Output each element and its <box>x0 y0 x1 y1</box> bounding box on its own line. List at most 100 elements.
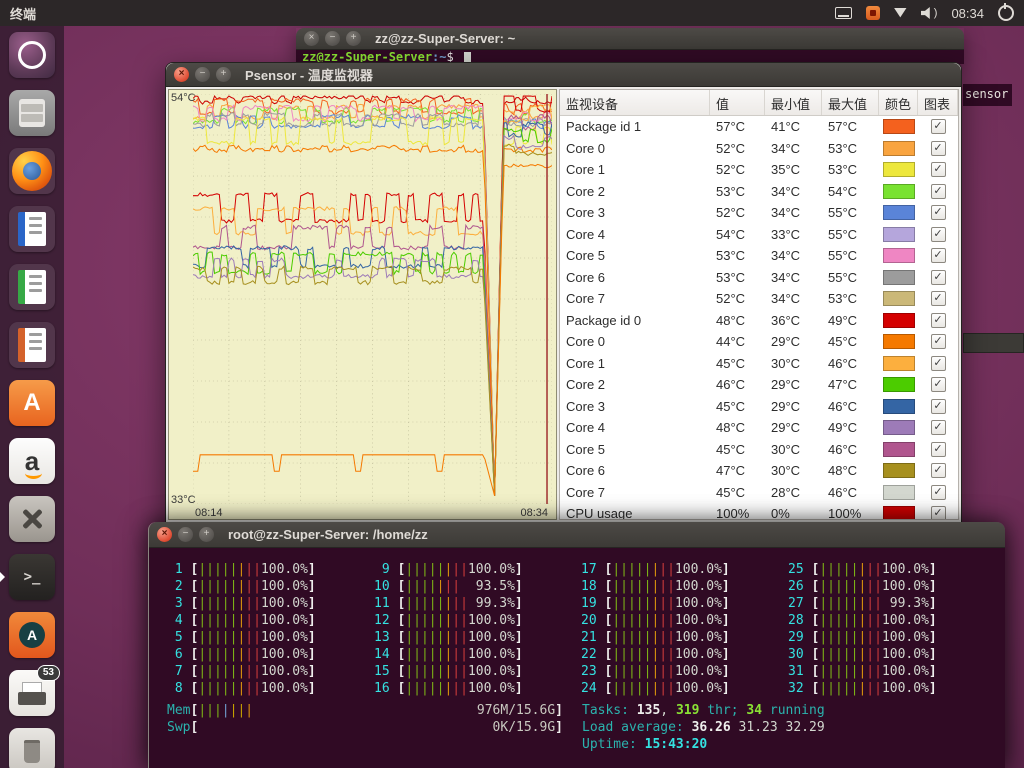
sensor-color-cell[interactable] <box>879 396 918 418</box>
launcher-item-amazon[interactable]: a <box>9 438 55 484</box>
screen-record-icon[interactable] <box>866 4 880 22</box>
column-header-3[interactable]: 最大值 <box>822 90 879 115</box>
column-header-4[interactable]: 颜色 <box>879 90 918 115</box>
sensor-color-cell[interactable] <box>879 224 918 246</box>
launcher-item-printer[interactable]: 53 <box>9 670 55 716</box>
chart-checkbox[interactable]: ✓ <box>931 442 946 457</box>
chart-checkbox[interactable]: ✓ <box>931 420 946 435</box>
launcher-item-terminal[interactable]: >_ <box>9 554 55 600</box>
sensor-color-cell[interactable] <box>879 310 918 332</box>
table-row[interactable]: Package id 048°C36°C49°C✓ <box>560 310 958 332</box>
sensor-color-cell[interactable] <box>879 202 918 224</box>
column-header-0[interactable]: 监视设备 <box>560 90 710 115</box>
background-terminal-fragment: sensor <box>963 84 1012 106</box>
maximize-button[interactable]: + <box>346 31 361 46</box>
sensor-color-cell[interactable] <box>879 245 918 267</box>
table-row[interactable]: Core 448°C29°C49°C✓ <box>560 417 958 439</box>
bg-terminal-titlebar[interactable]: × − + zz@zz-Super-Server: ~ <box>296 28 964 50</box>
chart-checkbox[interactable]: ✓ <box>931 205 946 220</box>
sensor-color-cell[interactable] <box>879 181 918 203</box>
clock[interactable]: 08:34 <box>951 6 984 21</box>
table-row[interactable]: Core 647°C30°C48°C✓ <box>560 460 958 482</box>
sensor-color-cell[interactable] <box>879 138 918 160</box>
maximize-button[interactable]: + <box>216 67 231 82</box>
chart-checkbox[interactable]: ✓ <box>931 291 946 306</box>
sensor-value: 45°C <box>710 485 765 500</box>
chart-checkbox[interactable]: ✓ <box>931 270 946 285</box>
table-row[interactable]: Core 044°C29°C45°C✓ <box>560 331 958 353</box>
table-row[interactable]: Core 345°C29°C46°C✓ <box>560 396 958 418</box>
sensor-color-cell[interactable] <box>879 159 918 181</box>
table-row[interactable]: Core 745°C28°C46°C✓ <box>560 482 958 504</box>
chart-checkbox[interactable]: ✓ <box>931 119 946 134</box>
launcher-item-impress[interactable] <box>9 322 55 368</box>
keyboard-indicator-icon[interactable] <box>835 4 852 22</box>
sensor-color-cell[interactable] <box>879 374 918 396</box>
chart-checkbox[interactable]: ✓ <box>931 334 946 349</box>
table-row[interactable]: CPU usage100%0%100%✓ <box>560 503 958 520</box>
chart-checkbox[interactable]: ✓ <box>931 248 946 263</box>
chart-checkbox[interactable]: ✓ <box>931 463 946 478</box>
minimize-button[interactable]: − <box>325 31 340 46</box>
chart-checkbox[interactable]: ✓ <box>931 141 946 156</box>
column-header-5[interactable]: 图表 <box>918 90 958 115</box>
column-header-2[interactable]: 最小值 <box>765 90 822 115</box>
table-row[interactable]: Core 454°C33°C55°C✓ <box>560 224 958 246</box>
power-icon[interactable] <box>998 4 1014 22</box>
launcher-item-trash[interactable] <box>9 728 55 768</box>
sensor-value: 52°C <box>710 291 765 306</box>
sensor-color-cell[interactable] <box>879 439 918 461</box>
table-row[interactable]: Core 752°C34°C53°C✓ <box>560 288 958 310</box>
color-swatch <box>883 485 915 500</box>
maximize-button[interactable]: + <box>199 527 214 542</box>
sensor-color-cell[interactable] <box>879 267 918 289</box>
close-button[interactable]: × <box>157 527 172 542</box>
column-header-1[interactable]: 值 <box>710 90 765 115</box>
table-row[interactable]: Package id 157°C41°C57°C✓ <box>560 116 958 138</box>
chart-checkbox[interactable]: ✓ <box>931 162 946 177</box>
launcher-item-writer[interactable] <box>9 206 55 252</box>
chart-checkbox[interactable]: ✓ <box>931 377 946 392</box>
volume-icon[interactable]: ) <box>921 4 938 22</box>
chart-checkbox[interactable]: ✓ <box>931 506 946 520</box>
sensor-color-cell[interactable] <box>879 353 918 375</box>
htop-titlebar[interactable]: × − + root@zz-Super-Server: /home/zz <box>149 522 1005 548</box>
sensor-color-cell[interactable] <box>879 460 918 482</box>
table-row[interactable]: Core 545°C30°C46°C✓ <box>560 439 958 461</box>
table-row[interactable]: Core 352°C34°C55°C✓ <box>560 202 958 224</box>
launcher-item-software[interactable]: A <box>9 380 55 426</box>
app-menu[interactable]: 终端 <box>10 4 36 23</box>
psensor-titlebar[interactable]: × − + Psensor - 温度监视器 <box>166 63 961 87</box>
minimize-button[interactable]: − <box>178 527 193 542</box>
launcher-item-dash[interactable] <box>9 32 55 78</box>
chart-checkbox[interactable]: ✓ <box>931 485 946 500</box>
htop-content[interactable]: 1 [||||||||100.0%] 9 [||||||||100.0%]17 … <box>149 548 1005 768</box>
sensor-color-cell[interactable] <box>879 331 918 353</box>
table-row[interactable]: Core 553°C34°C55°C✓ <box>560 245 958 267</box>
close-button[interactable]: × <box>174 67 189 82</box>
launcher-item-files[interactable] <box>9 90 55 136</box>
minimize-button[interactable]: − <box>195 67 210 82</box>
launcher-item-settings[interactable] <box>9 496 55 542</box>
chart-checkbox[interactable]: ✓ <box>931 184 946 199</box>
sensor-color-cell[interactable] <box>879 417 918 439</box>
table-row[interactable]: Core 152°C35°C53°C✓ <box>560 159 958 181</box>
chart-checkbox[interactable]: ✓ <box>931 313 946 328</box>
table-row[interactable]: Core 653°C34°C55°C✓ <box>560 267 958 289</box>
table-row[interactable]: Core 052°C34°C53°C✓ <box>560 138 958 160</box>
chart-checkbox[interactable]: ✓ <box>931 227 946 242</box>
launcher-item-calc[interactable] <box>9 264 55 310</box>
table-row[interactable]: Core 253°C34°C54°C✓ <box>560 181 958 203</box>
launcher-item-firefox[interactable] <box>9 148 55 194</box>
table-row[interactable]: Core 145°C30°C46°C✓ <box>560 353 958 375</box>
chart-checkbox[interactable]: ✓ <box>931 356 946 371</box>
sensor-color-cell[interactable] <box>879 482 918 504</box>
chart-checkbox[interactable]: ✓ <box>931 399 946 414</box>
launcher-item-software-center[interactable]: A <box>9 612 55 658</box>
sensor-color-cell[interactable] <box>879 116 918 138</box>
sensor-color-cell[interactable] <box>879 288 918 310</box>
table-row[interactable]: Core 246°C29°C47°C✓ <box>560 374 958 396</box>
close-button[interactable]: × <box>304 31 319 46</box>
network-icon[interactable] <box>894 4 907 22</box>
sensor-color-cell[interactable] <box>879 503 918 520</box>
